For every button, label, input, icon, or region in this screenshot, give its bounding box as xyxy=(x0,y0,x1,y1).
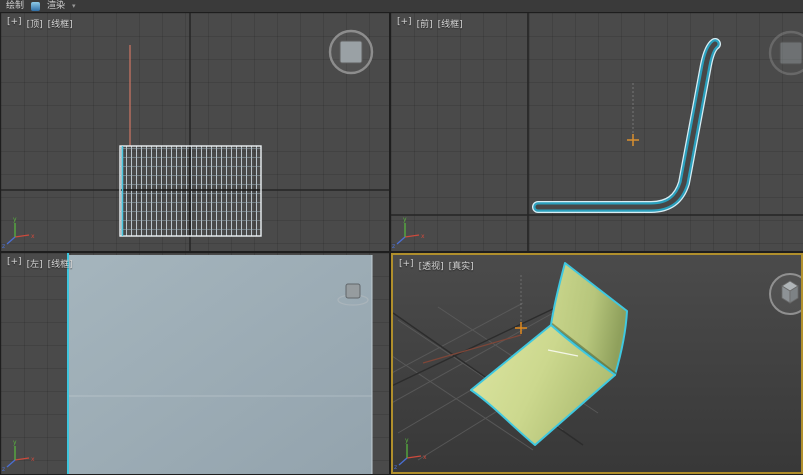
viewport-menu-plus[interactable]: [+] xyxy=(7,257,22,270)
axis-z-label: z xyxy=(2,466,5,473)
viewport-label-perspective: [+] [透视] [真实] xyxy=(399,259,474,272)
viewport-menu-shading[interactable]: [线框] xyxy=(438,17,463,30)
menubar: 绘制 渲染 ▾ xyxy=(0,0,803,12)
pivot-marker xyxy=(515,322,527,334)
pivot-marker xyxy=(627,134,639,146)
axis-x-label: x xyxy=(31,456,35,463)
axis-tripod: x y z xyxy=(392,216,425,250)
viewport-label-front: [+] [前] [线框] xyxy=(397,17,463,30)
viewcube-icon[interactable] xyxy=(768,30,803,76)
axis-z-label: z xyxy=(392,243,395,250)
render-setup-icon[interactable] xyxy=(31,1,41,11)
axis-tripod: x y z xyxy=(394,437,427,471)
viewport-menu-shading[interactable]: [线框] xyxy=(48,17,73,30)
viewport-left-canvas: x y z xyxy=(2,253,373,474)
chair-3d[interactable] xyxy=(470,262,628,446)
viewport-menu-plus[interactable]: [+] xyxy=(397,17,412,30)
menu-item-draw[interactable]: 绘制 xyxy=(6,0,24,12)
viewport-top-canvas: x y z xyxy=(1,13,389,251)
plane-face-left xyxy=(67,253,373,474)
chair-profile-spline xyxy=(532,38,721,213)
axis-tripod: x y z xyxy=(2,216,35,250)
axis-x-label: x xyxy=(423,454,427,461)
viewport-left[interactable]: x y z [+] [左] [线框] xyxy=(1,253,389,474)
axis-z-label: z xyxy=(394,464,397,471)
viewport-menu-view[interactable]: [顶] xyxy=(27,17,43,30)
viewport-label-left: [+] [左] [线框] xyxy=(7,257,73,270)
axis-y-label: y xyxy=(403,216,407,223)
viewcube-icon[interactable] xyxy=(328,29,374,75)
viewport-front-canvas: x y z xyxy=(391,13,803,251)
viewport-perspective-canvas: x y z xyxy=(393,262,801,471)
viewport-menu-view[interactable]: [透视] xyxy=(419,259,444,272)
viewport-menu-shading[interactable]: [真实] xyxy=(449,259,474,272)
axis-tripod: x y z xyxy=(2,439,35,473)
viewport-perspective[interactable]: x y z [+] [透视] [真实] xyxy=(391,253,803,474)
chevron-down-icon[interactable]: ▾ xyxy=(72,0,76,12)
axis-y-label: y xyxy=(405,437,409,444)
viewport-top[interactable]: x y z [+] [顶] [线框] xyxy=(1,13,389,251)
viewcube-icon[interactable] xyxy=(769,273,801,315)
viewport-menu-plus[interactable]: [+] xyxy=(399,259,414,272)
viewport-menu-shading[interactable]: [线框] xyxy=(48,257,73,270)
viewport-label-top: [+] [顶] [线框] xyxy=(7,17,73,30)
axis-x-label: x xyxy=(421,233,425,240)
3dsmax-window: 绘制 渲染 ▾ x y z [+] [顶] [线框] x y z [+] [前]… xyxy=(0,0,803,475)
viewport-menu-view[interactable]: [前] xyxy=(417,17,433,30)
viewport-front[interactable]: x y z [+] [前] [线框] xyxy=(391,13,803,251)
plane-wireframe-top xyxy=(119,145,262,237)
viewport-menu-plus[interactable]: [+] xyxy=(7,17,22,30)
axis-y-label: y xyxy=(13,216,17,223)
axis-y-label: y xyxy=(13,439,17,446)
viewport-menu-view[interactable]: [左] xyxy=(27,257,43,270)
axis-x-label: x xyxy=(31,233,35,240)
world-axes xyxy=(391,13,803,251)
menu-item-render[interactable]: 渲染 xyxy=(47,0,65,12)
axis-z-label: z xyxy=(2,243,5,250)
